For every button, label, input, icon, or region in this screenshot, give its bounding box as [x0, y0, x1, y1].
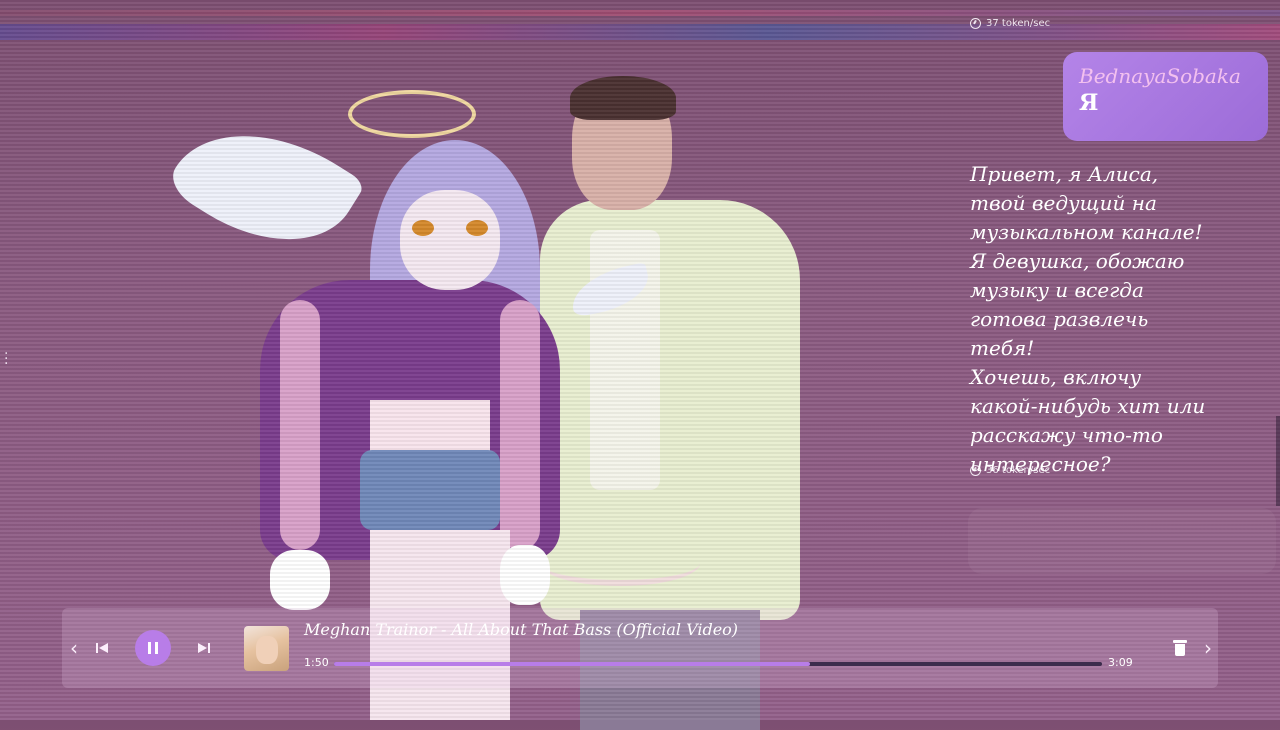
- avatar-hand-right: [500, 545, 550, 605]
- avatar-eye-right: [466, 220, 488, 236]
- user-message-text: Я: [1079, 90, 1099, 116]
- pause-icon: [148, 642, 151, 654]
- token-speed-label: 37 token/sec: [986, 18, 1051, 29]
- track-title: Meghan Trainor - All About That Bass (Of…: [304, 620, 739, 639]
- track-duration: 3:09: [1108, 656, 1133, 669]
- user-message-bubble: BednayaSobaka Я: [1063, 52, 1268, 141]
- token-speed-top: 37 token/sec: [970, 18, 1050, 29]
- vertical-dots-icon[interactable]: · · ·: [4, 347, 8, 371]
- chevron-right-icon[interactable]: ›: [1200, 636, 1216, 660]
- avatar-tail: [540, 540, 700, 586]
- skip-previous-button[interactable]: [92, 638, 112, 658]
- track-thumbnail: [244, 626, 289, 671]
- jacket-stripe-left: [280, 300, 320, 550]
- scrollbar-thumb[interactable]: [1276, 416, 1280, 506]
- avatar-face: [400, 190, 500, 290]
- video-glitch-stripe: [0, 24, 1280, 40]
- speedometer-icon: [970, 18, 981, 29]
- jacket-stripe-right: [500, 300, 540, 550]
- user-message-author: BednayaSobaka: [1079, 64, 1241, 88]
- skip-previous-icon: [96, 643, 108, 653]
- avatar-halo: [348, 90, 476, 138]
- skip-next-icon: [198, 643, 210, 653]
- chat-input-area[interactable]: [968, 508, 1276, 574]
- avatar-shorts: [360, 450, 500, 530]
- progress-bar[interactable]: [334, 662, 1102, 666]
- current-time: 1:50: [304, 656, 329, 669]
- progress-fill: [334, 662, 811, 666]
- avatar-wing-right: [566, 262, 654, 318]
- video-glitch-band: [0, 10, 1280, 16]
- trash-icon[interactable]: [1172, 638, 1188, 658]
- pause-button[interactable]: [135, 630, 171, 666]
- avatar-eye-left: [412, 220, 434, 236]
- assistant-message-text: Привет, я Алиса, твой ведущий на музыкал…: [970, 162, 1206, 476]
- avatar-hand-left: [270, 550, 330, 610]
- skip-next-button[interactable]: [194, 638, 214, 658]
- music-player: ‹ Meghan Trainor - All About That Bass (…: [62, 608, 1218, 688]
- chevron-left-icon[interactable]: ‹: [66, 636, 82, 660]
- avatar-wing-left: [163, 93, 367, 277]
